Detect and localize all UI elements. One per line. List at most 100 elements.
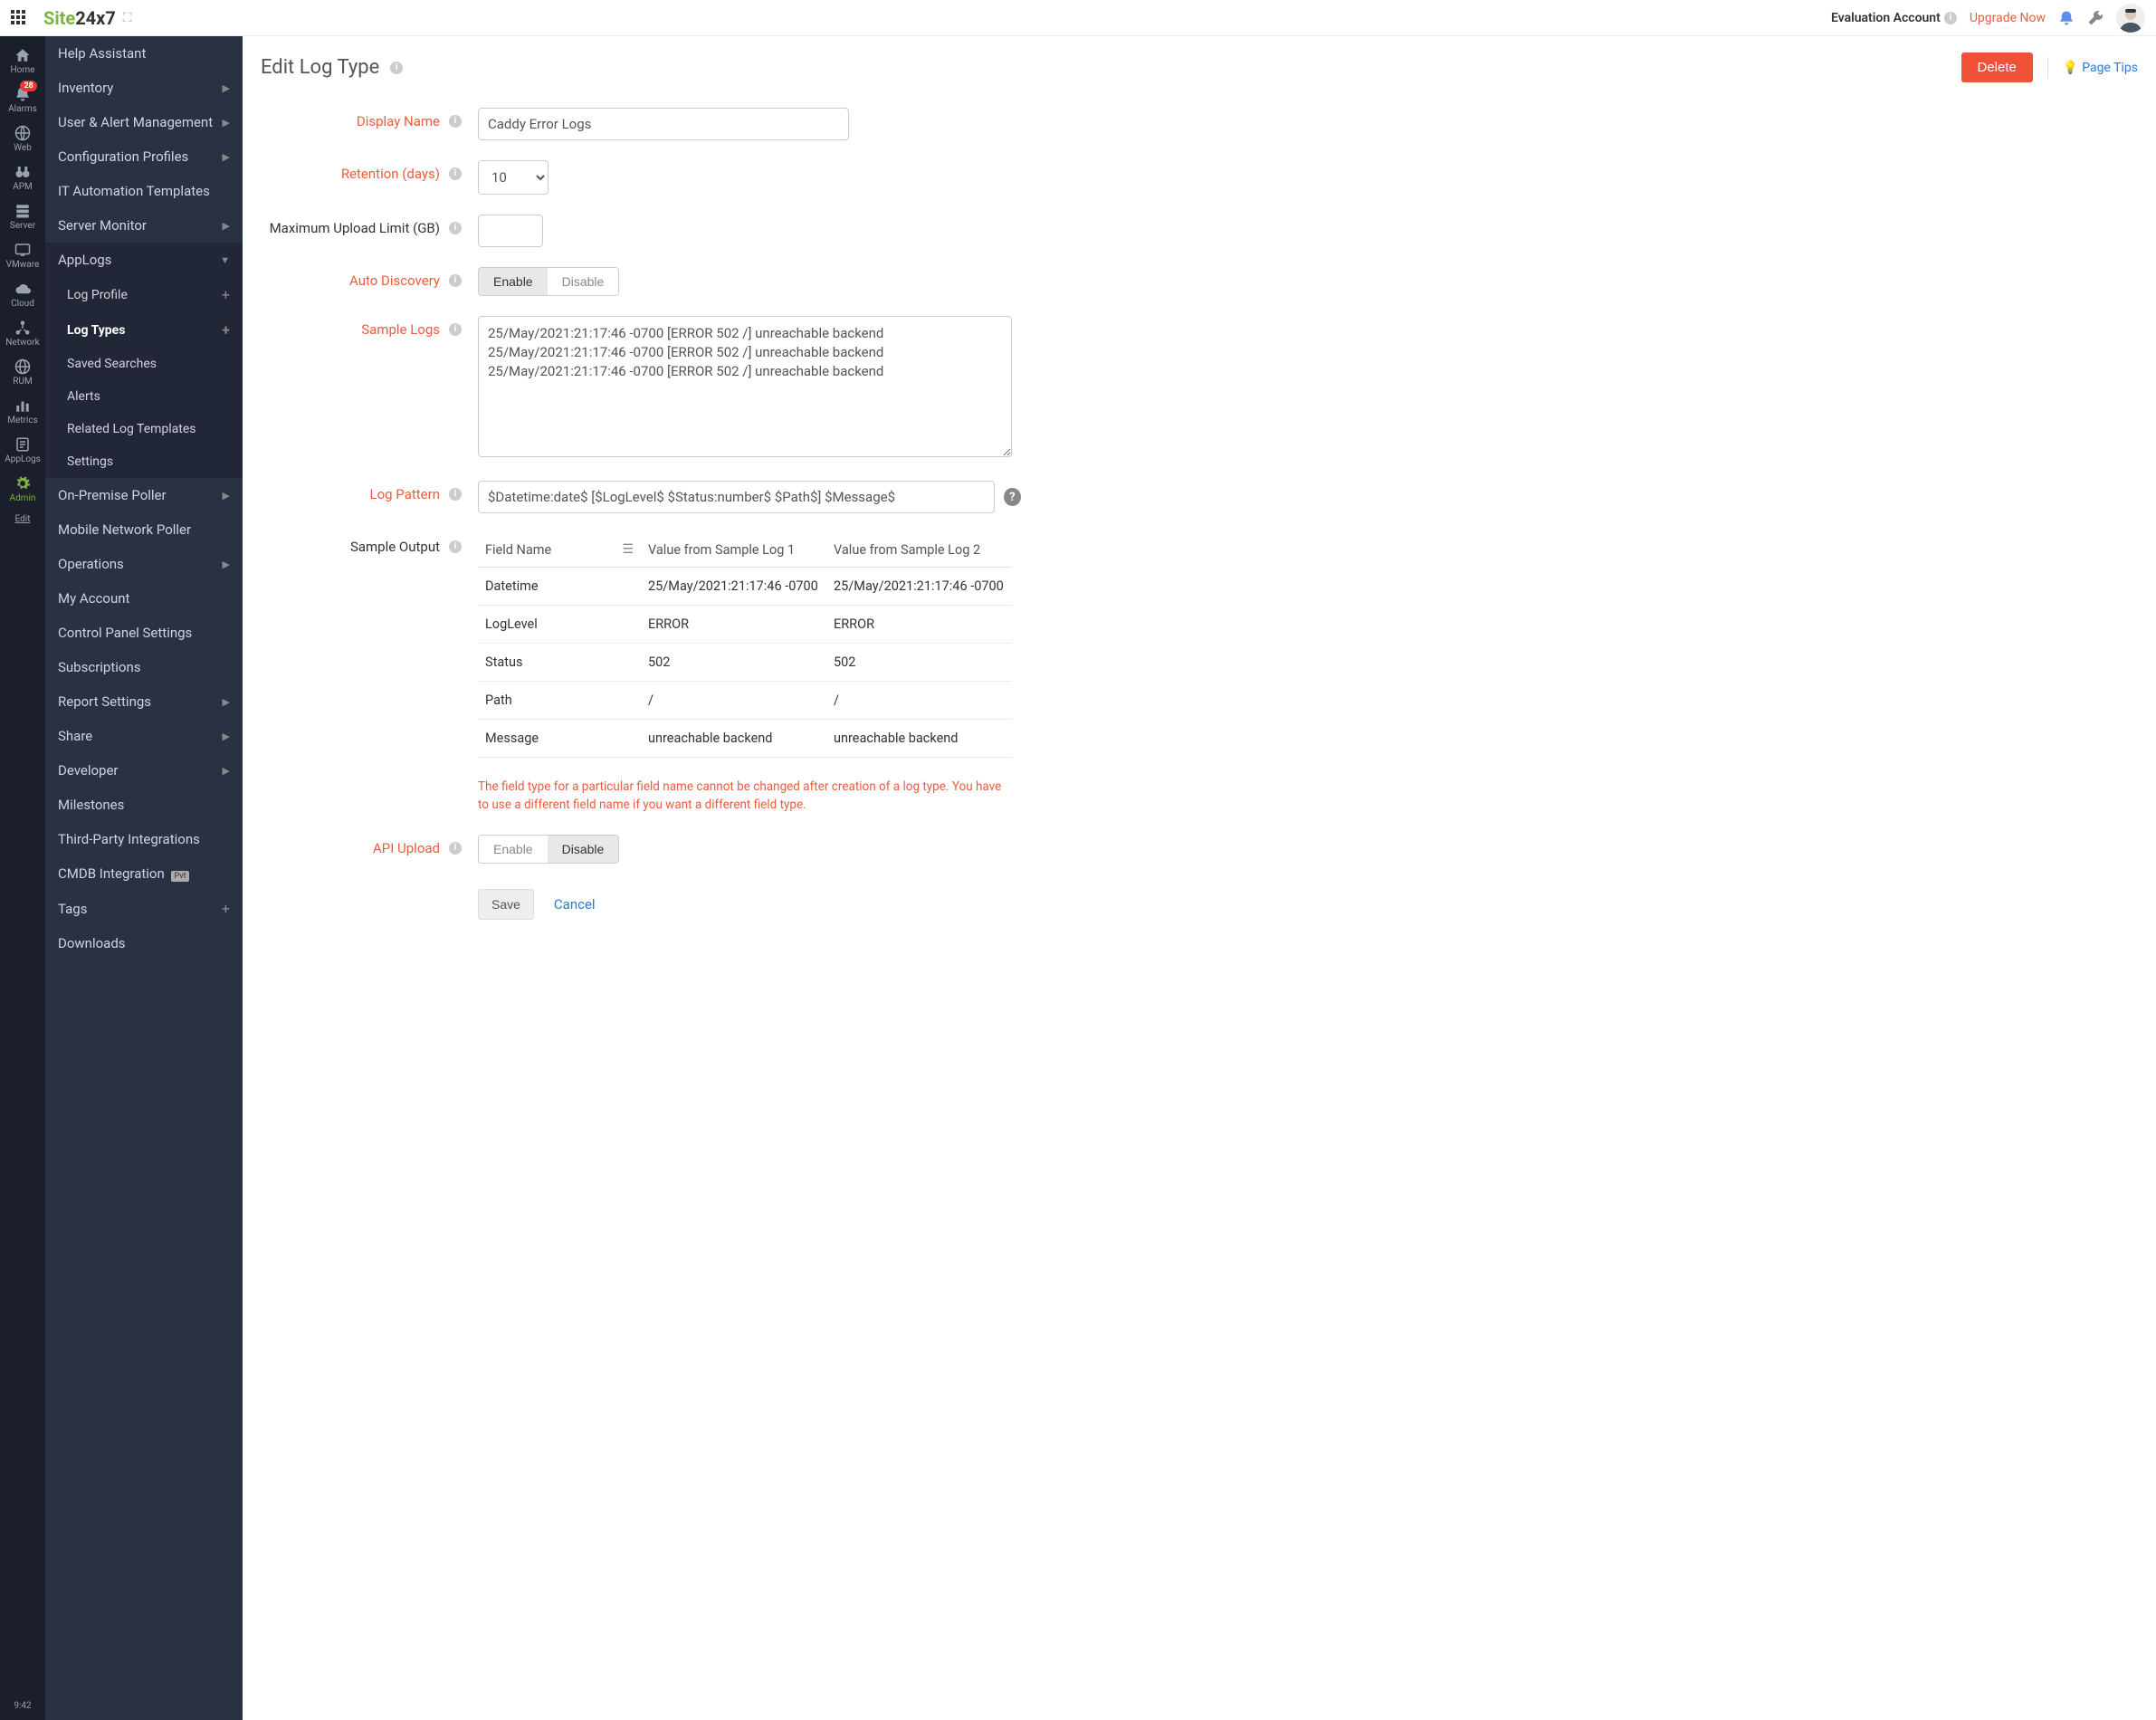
rail-item-home[interactable]: Home: [5, 42, 41, 81]
info-icon[interactable]: i: [449, 842, 462, 855]
chevron-right-icon: ▶: [223, 765, 230, 777]
cancel-link[interactable]: Cancel: [554, 896, 596, 913]
rail-item-admin[interactable]: Admin: [5, 470, 41, 509]
col-value-1: Value from Sample Log 1: [641, 533, 826, 568]
info-icon[interactable]: i: [1944, 12, 1957, 24]
metrics-icon: [14, 397, 31, 414]
log-pattern-label: Log Patterni: [261, 481, 478, 502]
sidebar-item-help-assistant[interactable]: Help Assistant: [45, 36, 243, 71]
sidebar-item-report-settings[interactable]: Report Settings▶: [45, 684, 243, 719]
apps-grid-icon[interactable]: [11, 10, 27, 26]
sidebar-item-cmdb-integration[interactable]: CMDB Integration Pvt: [45, 856, 243, 891]
logo[interactable]: Site24x7: [43, 7, 116, 29]
info-icon[interactable]: i: [390, 62, 403, 74]
sidebar-item-log-profile[interactable]: Log Profile+: [45, 277, 243, 312]
plus-icon[interactable]: +: [222, 286, 230, 303]
rail-item-alarms[interactable]: Alarms28: [5, 81, 41, 119]
sidebar-item-on-premise-poller[interactable]: On-Premise Poller▶: [45, 478, 243, 512]
table-row: LogLevelERRORERROR: [478, 606, 1012, 644]
log-pattern-input[interactable]: [478, 481, 995, 513]
rail-item-server[interactable]: Server: [5, 197, 41, 236]
info-icon[interactable]: i: [449, 488, 462, 501]
info-icon[interactable]: i: [449, 115, 462, 128]
sidebar-item-share[interactable]: Share▶: [45, 719, 243, 753]
globe-icon: [14, 125, 31, 141]
plus-icon[interactable]: +: [222, 900, 230, 917]
avatar[interactable]: [2116, 4, 2145, 33]
rail-item-apm[interactable]: APM: [5, 158, 41, 197]
sidebar-item-server-monitor[interactable]: Server Monitor▶: [45, 208, 243, 243]
table-row: Messageunreachable backendunreachable ba…: [478, 720, 1012, 758]
api-upload-toggle: Enable Disable: [478, 835, 619, 864]
sidebar-item-applogs[interactable]: AppLogs▼: [45, 243, 243, 277]
announcement-icon[interactable]: [2058, 10, 2075, 26]
info-icon[interactable]: i: [449, 274, 462, 287]
api-upload-enable[interactable]: Enable: [479, 836, 548, 863]
info-icon[interactable]: i: [449, 323, 462, 336]
expand-icon[interactable]: ⛶: [123, 11, 132, 25]
max-upload-label: Maximum Upload Limit (GB)i: [261, 215, 478, 236]
chevron-right-icon: ▶: [223, 117, 230, 129]
rail-item-metrics[interactable]: Metrics: [5, 392, 41, 431]
rail-item-applogs[interactable]: AppLogs: [5, 431, 41, 470]
auto-discovery-enable[interactable]: Enable: [479, 268, 548, 295]
table-row: Datetime25/May/2021:21:17:46 -070025/May…: [478, 568, 1012, 606]
retention-label: Retention (days)i: [261, 160, 478, 182]
sidebar-item-mobile-network-poller[interactable]: Mobile Network Poller: [45, 512, 243, 547]
chevron-right-icon: ▶: [223, 151, 230, 163]
sidebar-item-inventory[interactable]: Inventory▶: [45, 71, 243, 105]
sidebar-item-settings[interactable]: Settings: [45, 445, 243, 478]
max-upload-input[interactable]: [478, 215, 543, 247]
sidebar-item-operations[interactable]: Operations▶: [45, 547, 243, 581]
filter-icon[interactable]: ☰: [622, 542, 634, 557]
sidebar-item-my-account[interactable]: My Account: [45, 581, 243, 616]
upgrade-link[interactable]: Upgrade Now: [1970, 11, 2046, 25]
pvt-badge: Pvt: [171, 871, 188, 882]
sidebar-item-downloads[interactable]: Downloads: [45, 926, 243, 960]
rail-item-cloud[interactable]: Cloud: [5, 275, 41, 314]
rail-item-vmware[interactable]: VMware: [5, 236, 41, 275]
rail-item-rum[interactable]: RUM: [5, 353, 41, 392]
sample-logs-textarea[interactable]: [478, 316, 1012, 457]
auto-discovery-toggle: Enable Disable: [478, 267, 619, 296]
rail-item-network[interactable]: Network: [5, 314, 41, 353]
sidebar-item-alerts[interactable]: Alerts: [45, 380, 243, 413]
chevron-right-icon: ▶: [223, 559, 230, 570]
col-field-name: Field Name☰: [478, 533, 641, 568]
auto-discovery-disable[interactable]: Disable: [548, 268, 619, 295]
plus-icon[interactable]: +: [222, 321, 230, 339]
sidebar-item-it-automation-templates[interactable]: IT Automation Templates: [45, 174, 243, 208]
api-upload-disable[interactable]: Disable: [548, 836, 619, 863]
sidebar-item-user-alert-management[interactable]: User & Alert Management▶: [45, 105, 243, 139]
sidebar-item-milestones[interactable]: Milestones: [45, 788, 243, 822]
sidebar-item-log-types[interactable]: Log Types+: [45, 312, 243, 348]
sample-logs-label: Sample Logsi: [261, 316, 478, 338]
help-icon[interactable]: ?: [1004, 488, 1021, 506]
rail-item-web[interactable]: Web: [5, 119, 41, 158]
evaluation-account-label: Evaluation Accounti: [1831, 11, 1957, 25]
info-icon[interactable]: i: [449, 540, 462, 553]
info-icon[interactable]: i: [449, 167, 462, 180]
sidebar-item-control-panel-settings[interactable]: Control Panel Settings: [45, 616, 243, 650]
display-name-input[interactable]: [478, 108, 849, 140]
delete-button[interactable]: Delete: [1961, 53, 2033, 82]
sample-output-table: Field Name☰ Value from Sample Log 1 Valu…: [478, 533, 1012, 758]
info-icon[interactable]: i: [449, 222, 462, 234]
chevron-down-icon: ▼: [220, 254, 230, 266]
wrench-icon[interactable]: [2087, 10, 2104, 26]
rail-item-edit[interactable]: Edit: [5, 509, 41, 530]
rail-time: 9:42: [14, 1692, 31, 1720]
retention-select[interactable]: 10: [478, 160, 549, 195]
sidebar-item-configuration-profiles[interactable]: Configuration Profiles▶: [45, 139, 243, 174]
sidebar-item-subscriptions[interactable]: Subscriptions: [45, 650, 243, 684]
divider: [2047, 57, 2048, 79]
badge: 28: [20, 81, 36, 91]
table-row: Path//: [478, 682, 1012, 720]
save-button[interactable]: Save: [478, 889, 534, 920]
sidebar-item-third-party-integrations[interactable]: Third-Party Integrations: [45, 822, 243, 856]
page-tips-link[interactable]: 💡 Page Tips: [2063, 61, 2138, 75]
sidebar-item-tags[interactable]: Tags+: [45, 891, 243, 926]
sidebar-item-related-log-templates[interactable]: Related Log Templates: [45, 413, 243, 445]
sidebar-item-saved-searches[interactable]: Saved Searches: [45, 348, 243, 380]
sidebar-item-developer[interactable]: Developer▶: [45, 753, 243, 788]
